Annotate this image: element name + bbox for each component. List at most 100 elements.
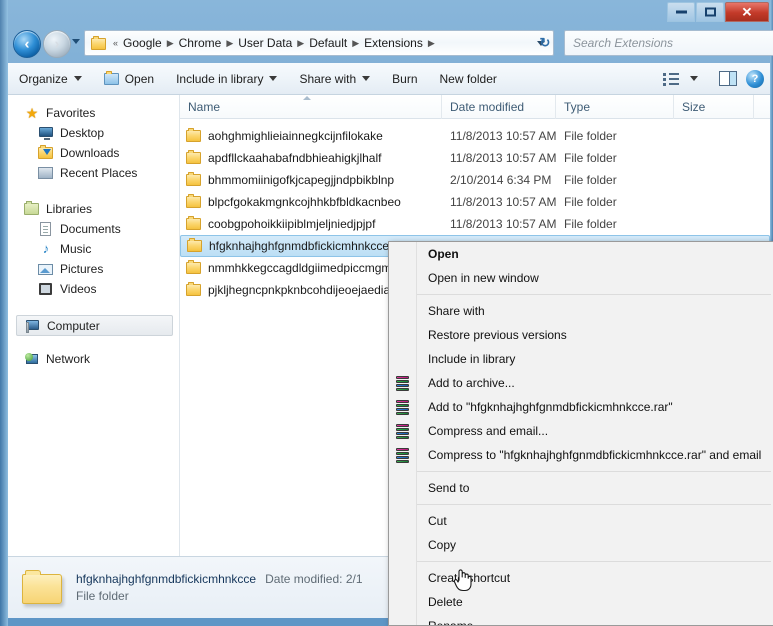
toolbar-open-button[interactable]: Open (93, 66, 165, 92)
toolbar-label: Organize (19, 71, 68, 86)
folder-icon (187, 238, 203, 254)
computer-icon (25, 318, 41, 334)
video-icon (38, 281, 54, 297)
back-button[interactable]: ‹ (13, 30, 41, 58)
context-menu-item[interactable]: Compress and email... (389, 419, 773, 443)
context-menu-item[interactable]: Restore previous versions (389, 323, 773, 347)
sidebar-label: Pictures (60, 262, 104, 276)
window-border-left (0, 0, 8, 626)
toolbar-organize-button[interactable]: Organize (8, 66, 93, 92)
close-button[interactable]: ✕ (725, 2, 769, 22)
context-menu-label: Rename (428, 619, 474, 626)
picture-icon (38, 261, 54, 277)
sidebar-item-recent-places[interactable]: Recent Places (8, 163, 179, 183)
context-menu-label: Open in new window (428, 271, 539, 285)
table-row[interactable]: bhmmomiinigofkjcapegjjndpbikblnp 2/10/201… (180, 169, 770, 191)
sidebar-item-favorites[interactable]: ★ Favorites (8, 103, 179, 123)
context-menu-item[interactable]: Cut (389, 509, 773, 533)
column-label: Name (188, 99, 221, 114)
column-header-date-modified[interactable]: Date modified (442, 95, 556, 119)
context-menu-label: Add to "hfgknhajhghfgnmdbfickicmhnkcce.r… (428, 400, 673, 414)
sidebar-item-desktop[interactable]: Desktop (8, 123, 179, 143)
column-header-type[interactable]: Type (556, 95, 674, 119)
folder-icon (186, 260, 202, 276)
sidebar-item-computer[interactable]: Computer (16, 315, 173, 336)
winrar-icon (395, 447, 411, 463)
breadcrumb-bar[interactable]: « Google ▶ Chrome ▶ User Data ▶ Default … (84, 30, 554, 56)
open-folder-icon (103, 71, 119, 85)
breadcrumb-separator: ▶ (352, 37, 360, 48)
column-header-size[interactable]: Size (674, 95, 754, 119)
chevron-down-icon (269, 76, 278, 81)
search-input[interactable]: Search Extensions (564, 30, 773, 56)
context-menu-item[interactable]: Compress to "hfgknhajhghfgnmdbfickicmhnk… (389, 443, 773, 467)
sidebar-item-network[interactable]: Network (8, 349, 179, 369)
maximize-button[interactable] (696, 2, 724, 22)
sidebar-item-documents[interactable]: Documents (8, 219, 179, 239)
file-date-cell: 2/10/2014 6:34 PM (450, 173, 552, 187)
details-row-primary: hfgknhajhghfgnmdbfickicmhnkcce Date modi… (76, 571, 363, 588)
context-menu-item[interactable]: Rename (389, 614, 773, 626)
context-menu-item[interactable]: Share with (389, 299, 773, 323)
winrar-icon (395, 423, 411, 439)
context-menu-item[interactable]: Send to (389, 476, 773, 500)
breadcrumb-overflow[interactable]: « (111, 38, 120, 48)
table-row[interactable]: apdfllckaahabafndbhieahigkjlhalf 11/8/201… (180, 147, 770, 169)
context-menu-item[interactable]: Open in new window (389, 266, 773, 290)
toolbar-label: Burn (392, 71, 418, 86)
breadcrumb-item-4[interactable]: Extensions (361, 34, 426, 52)
context-menu-label: Share with (428, 304, 485, 318)
sidebar-item-libraries[interactable]: Libraries (8, 199, 179, 219)
file-name-cell: apdfllckaahabafndbhieahigkjlhalf (180, 147, 442, 169)
context-menu-item[interactable]: Add to archive... (389, 371, 773, 395)
context-menu-item[interactable]: Create shortcut (389, 566, 773, 590)
sidebar-item-music[interactable]: ♪ Music (8, 239, 179, 259)
context-menu-item[interactable]: Include in library (389, 347, 773, 371)
breadcrumb-item-1[interactable]: Chrome (176, 34, 225, 52)
file-type-cell: File folder (564, 129, 617, 143)
refresh-button[interactable]: ↻ (534, 31, 556, 55)
file-name-cell: bhmmomiinigofkjcapegjjndpbikblnp (180, 169, 442, 191)
history-dropdown-icon[interactable] (72, 39, 80, 44)
breadcrumb-item-2[interactable]: User Data (235, 34, 295, 52)
file-size-cell (674, 213, 754, 235)
sidebar-item-downloads[interactable]: Downloads (8, 143, 179, 163)
file-size-cell (674, 147, 754, 169)
breadcrumb-separator: ▶ (427, 37, 435, 48)
sidebar-item-pictures[interactable]: Pictures (8, 259, 179, 279)
toolbar-include-in-library-button[interactable]: Include in library (165, 66, 288, 92)
address-bar: ‹ › « Google ▶ Chrome ▶ User Data ▶ Defa… (8, 25, 773, 63)
file-name-label: aohghmighlieiainnegkcijnfilokake (208, 129, 383, 143)
table-row[interactable]: blpcfgokakmgnkcojhhkbfbldkacnbeo 11/8/201… (180, 191, 770, 213)
context-menu-separator (417, 561, 771, 562)
sidebar-item-videos[interactable]: Videos (8, 279, 179, 299)
sort-ascending-icon (303, 95, 311, 100)
context-menu-item[interactable]: Delete (389, 590, 773, 614)
context-menu-item[interactable]: Add to "hfgknhajhghfgnmdbfickicmhnkcce.r… (389, 395, 773, 419)
sidebar-label: Videos (60, 282, 97, 296)
table-row[interactable]: coobgpohoikkiipiblmjeljniedjpjpf 11/8/201… (180, 213, 770, 235)
preview-pane-icon[interactable] (719, 71, 737, 86)
context-menu-item[interactable]: Copy (389, 533, 773, 557)
breadcrumb-item-0[interactable]: Google (120, 34, 165, 52)
document-icon (38, 221, 54, 237)
column-headers: Name Date modified Type Size (180, 95, 770, 119)
minimize-button[interactable] (667, 2, 695, 22)
table-row[interactable]: aohghmighlieiainnegkcijnfilokake 11/8/201… (180, 125, 770, 147)
toolbar-burn-button[interactable]: Burn (381, 66, 428, 92)
toolbar-share-with-button[interactable]: Share with (288, 66, 381, 92)
help-icon[interactable]: ? (746, 69, 764, 88)
file-size-cell (674, 191, 754, 213)
command-toolbar: Organize Open Include in library Share w… (8, 63, 770, 95)
column-header-name[interactable]: Name (180, 95, 442, 119)
toolbar-new-folder-button[interactable]: New folder (429, 66, 508, 92)
toolbar-label: Open (124, 71, 155, 86)
back-arrow-icon: ‹ (24, 35, 30, 53)
breadcrumb-item-3[interactable]: Default (306, 34, 350, 52)
sidebar-label: Downloads (60, 146, 120, 160)
view-chevron-down-icon[interactable] (690, 76, 698, 81)
forward-button[interactable]: › (43, 30, 71, 58)
list-view-icon[interactable] (663, 72, 680, 86)
context-menu-item[interactable]: Open (389, 242, 773, 266)
